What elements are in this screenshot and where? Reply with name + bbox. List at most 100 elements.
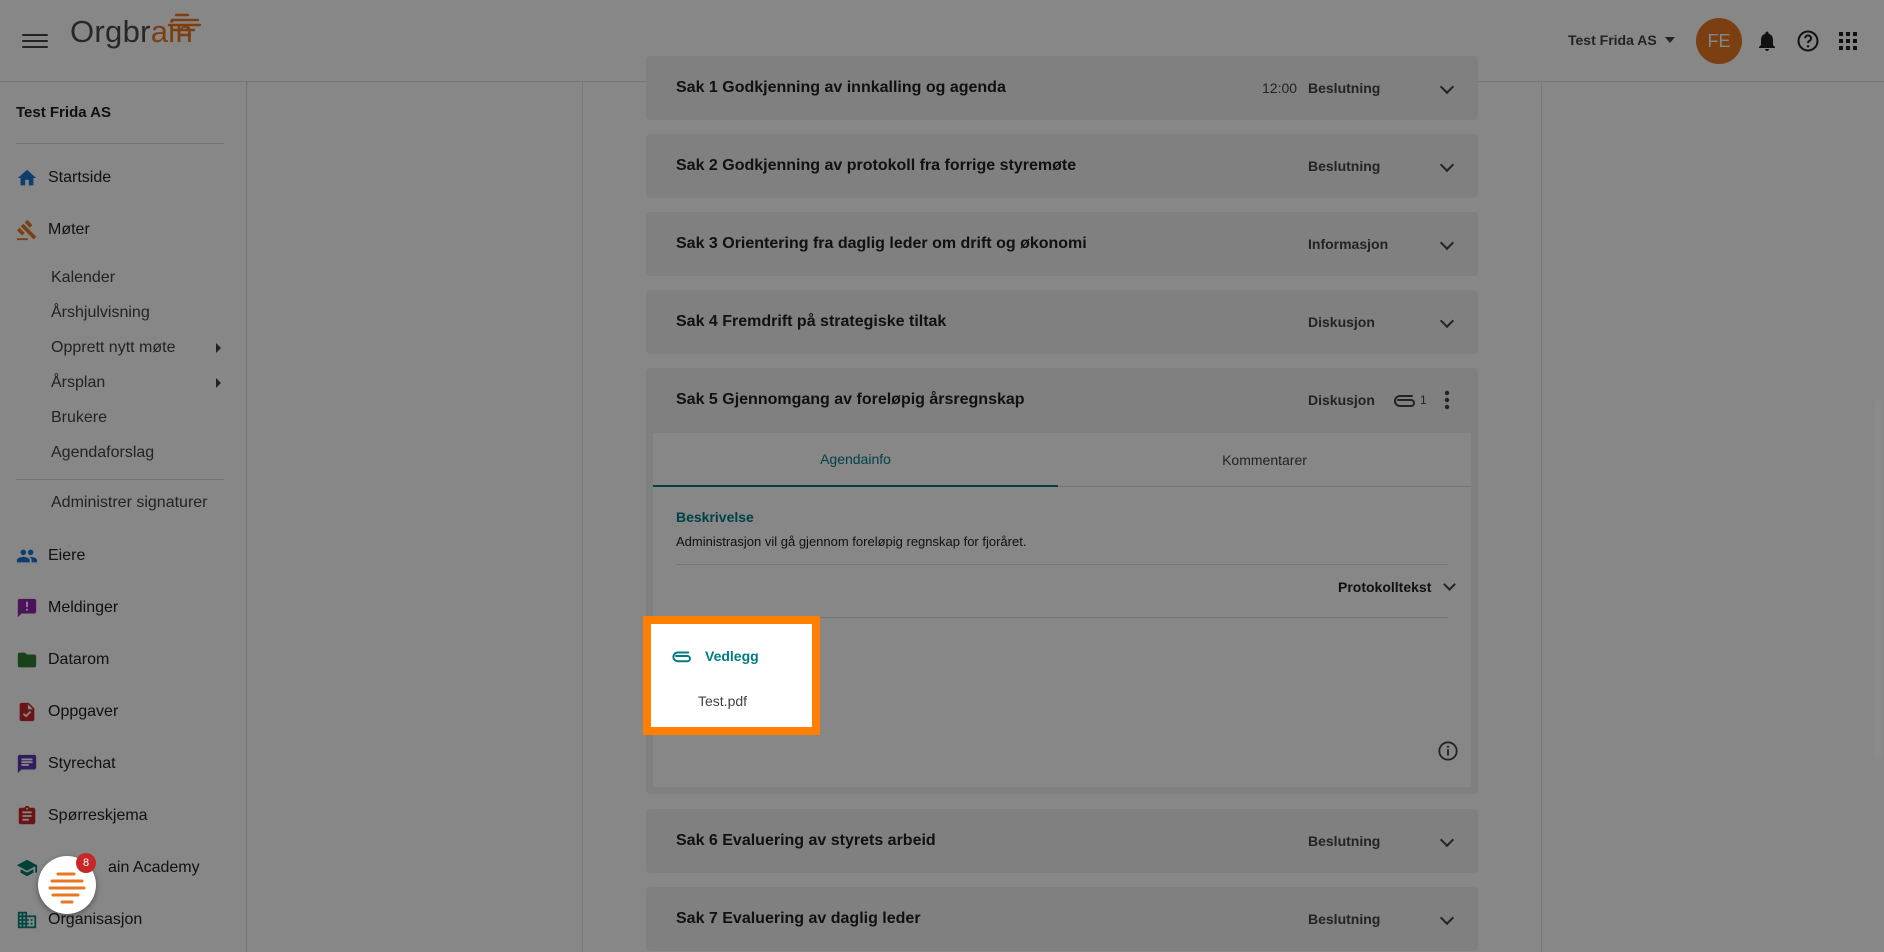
agenda-item-type: Diskusjon <box>1308 392 1375 408</box>
sidebar-divider <box>16 143 224 144</box>
sidebar-item-oppgaver[interactable]: Oppgaver <box>16 700 118 724</box>
sidebar-subitem-arshjulvisning[interactable]: Årshjulvisning <box>51 304 221 322</box>
chat-icon <box>16 753 38 775</box>
task-icon <box>16 701 38 723</box>
sidebar-item-label: Styrechat <box>48 755 116 772</box>
home-icon <box>16 167 38 189</box>
scrollbar-thumb[interactable] <box>1874 400 1882 758</box>
sidebar-item-label: ain Academy <box>108 859 200 876</box>
chevron-down-icon <box>1439 157 1455 173</box>
menu-icon[interactable] <box>22 30 48 52</box>
agenda-item-title: Sak 4 Fremdrift på strategiske tiltak <box>676 313 947 330</box>
agenda-item-type: Beslutning <box>1308 833 1381 849</box>
chevron-down-icon <box>1439 235 1455 251</box>
agenda-item-type: Beslutning <box>1308 80 1381 96</box>
protocol-label: Protokolltekst <box>1338 579 1432 595</box>
sidebar-subitem-label: Opprett nytt møte <box>51 339 176 356</box>
agenda-item-7[interactable]: Sak 7 Evaluering av daglig leder Beslutn… <box>646 887 1478 951</box>
organization-icon <box>16 909 38 931</box>
chevron-down-icon <box>1443 578 1457 591</box>
sidebar-divider <box>16 479 224 480</box>
sidebar-subitem-label: Årsplan <box>51 374 106 391</box>
tab-kommentarer[interactable]: Kommentarer <box>1058 433 1471 487</box>
avatar[interactable]: FE <box>1696 18 1742 64</box>
agenda-item-2[interactable]: Sak 2 Godkjenning av protokoll fra forri… <box>646 134 1478 198</box>
agenda-item-type: Beslutning <box>1308 911 1381 927</box>
sidebar-item-datarom[interactable]: Datarom <box>16 648 109 672</box>
sidebar-item-label: Spørreskjema <box>48 807 148 824</box>
agenda-item-6[interactable]: Sak 6 Evaluering av styrets arbeid Beslu… <box>646 809 1478 873</box>
sidebar-subitem-label: Årshjulvisning <box>51 304 150 321</box>
agenda-item-time: 12:00 <box>1262 80 1298 96</box>
orgbrain-logo[interactable]: Orgbrain <box>70 13 202 50</box>
sidebar-item-styrechat[interactable]: Styrechat <box>16 752 116 776</box>
attachments-label: Vedlegg <box>705 648 759 664</box>
sidebar-item-meldinger[interactable]: Meldinger <box>16 596 118 620</box>
sidebar-subitem-label: Kalender <box>51 269 116 286</box>
sidebar-item-label: Møter <box>48 221 90 238</box>
sidebar-item-eiere[interactable]: Eiere <box>16 544 85 568</box>
info-icon[interactable] <box>1437 740 1459 762</box>
notification-badge: 8 <box>76 853 96 873</box>
tab-agendainfo[interactable]: Agendainfo <box>653 433 1058 487</box>
description-text: Administrasjon vil gå gjennom foreløpig … <box>676 534 1027 549</box>
gavel-icon <box>16 219 38 241</box>
divider <box>676 564 1448 565</box>
chevron-down-icon <box>1439 910 1455 926</box>
attachments-header: Vedlegg <box>672 648 759 664</box>
dropdown-caret-icon <box>1664 37 1675 43</box>
protocol-text-toggle[interactable]: Protokolltekst <box>1338 578 1457 595</box>
sidebar-subitem-kalender[interactable]: Kalender <box>51 269 221 287</box>
sidebar-subitem-label: Agendaforslag <box>51 444 155 461</box>
sidebar-subitem-administrer-signaturer[interactable]: Administrer signaturer <box>51 494 221 512</box>
sidebar-item-label: Eiere <box>48 547 86 564</box>
sidebar-subitem-brukere[interactable]: Brukere <box>51 409 221 427</box>
bell-icon[interactable] <box>1755 29 1779 53</box>
agenda-item-title: Sak 1 Godkjenning av innkalling og agend… <box>676 79 1006 96</box>
sidebar-subitem-agendaforslag[interactable]: Agendaforslag <box>51 444 221 462</box>
expand-arrow-icon <box>216 378 221 388</box>
agenda-item-title: Sak 5 Gjennomgang av foreløpig årsregnsk… <box>676 391 1025 408</box>
agenda-item-1[interactable]: Sak 1 Godkjenning av innkalling og agend… <box>646 56 1478 120</box>
agenda-item-5-header[interactable]: Sak 5 Gjennomgang av foreløpig årsregnsk… <box>646 368 1478 432</box>
message-alert-icon <box>16 597 38 619</box>
agenda-item-title: Sak 2 Godkjenning av protokoll fra forri… <box>676 157 1077 174</box>
sidebar-subitem-arsplan[interactable]: Årsplan <box>51 374 221 392</box>
agenda-item-title: Sak 6 Evaluering av styrets arbeid <box>676 832 936 849</box>
attachments-highlight: Vedlegg Test.pdf <box>643 616 820 735</box>
sidebar: Test Frida AS Startside Møter Kalender Å… <box>0 82 247 952</box>
clipboard-icon <box>16 805 38 827</box>
expand-arrow-icon <box>216 343 221 353</box>
org-selector[interactable]: Test Frida AS <box>1568 32 1675 48</box>
chevron-down-icon <box>1439 832 1455 848</box>
agenda-item-4[interactable]: Sak 4 Fremdrift på strategiske tiltak Di… <box>646 290 1478 354</box>
attachment-icon <box>1394 395 1415 407</box>
sidebar-subitem-opprett-nytt-mote[interactable]: Opprett nytt møte <box>51 339 221 357</box>
sidebar-subitem-label: Brukere <box>51 409 108 426</box>
agenda-item-type: Diskusjon <box>1308 314 1375 330</box>
sidebar-subitem-label: Administrer signaturer <box>51 494 208 511</box>
people-icon <box>16 545 38 567</box>
org-selector-label: Test Frida AS <box>1568 32 1657 48</box>
help-icon[interactable] <box>1796 29 1820 53</box>
sidebar-item-startside[interactable]: Startside <box>16 166 111 190</box>
agenda-item-3[interactable]: Sak 3 Orientering fra daglig leder om dr… <box>646 212 1478 276</box>
attachment-count: 1 <box>1420 393 1427 407</box>
chevron-down-icon <box>1439 79 1455 95</box>
logo-mark-icon <box>167 13 202 37</box>
agenda-item-type: Beslutning <box>1308 158 1381 174</box>
school-icon <box>16 857 38 879</box>
attachment-file-link[interactable]: Test.pdf <box>698 693 747 709</box>
sidebar-item-label: Meldinger <box>48 599 119 616</box>
description-label: Beskrivelse <box>676 509 754 525</box>
more-vert-icon[interactable] <box>1444 390 1450 410</box>
sidebar-item-sporreskjema[interactable]: Spørreskjema <box>16 804 148 828</box>
attachment-icon <box>672 651 691 663</box>
sidebar-item-moter[interactable]: Møter <box>16 218 90 242</box>
sidebar-item-label: Oppgaver <box>48 703 119 720</box>
apps-grid-icon[interactable] <box>1836 29 1860 53</box>
sidebar-item-label: Datarom <box>48 651 110 668</box>
sidebar-item-label: Startside <box>48 169 112 186</box>
chevron-down-icon <box>1439 313 1455 329</box>
agenda-item-title: Sak 7 Evaluering av daglig leder <box>676 910 921 927</box>
